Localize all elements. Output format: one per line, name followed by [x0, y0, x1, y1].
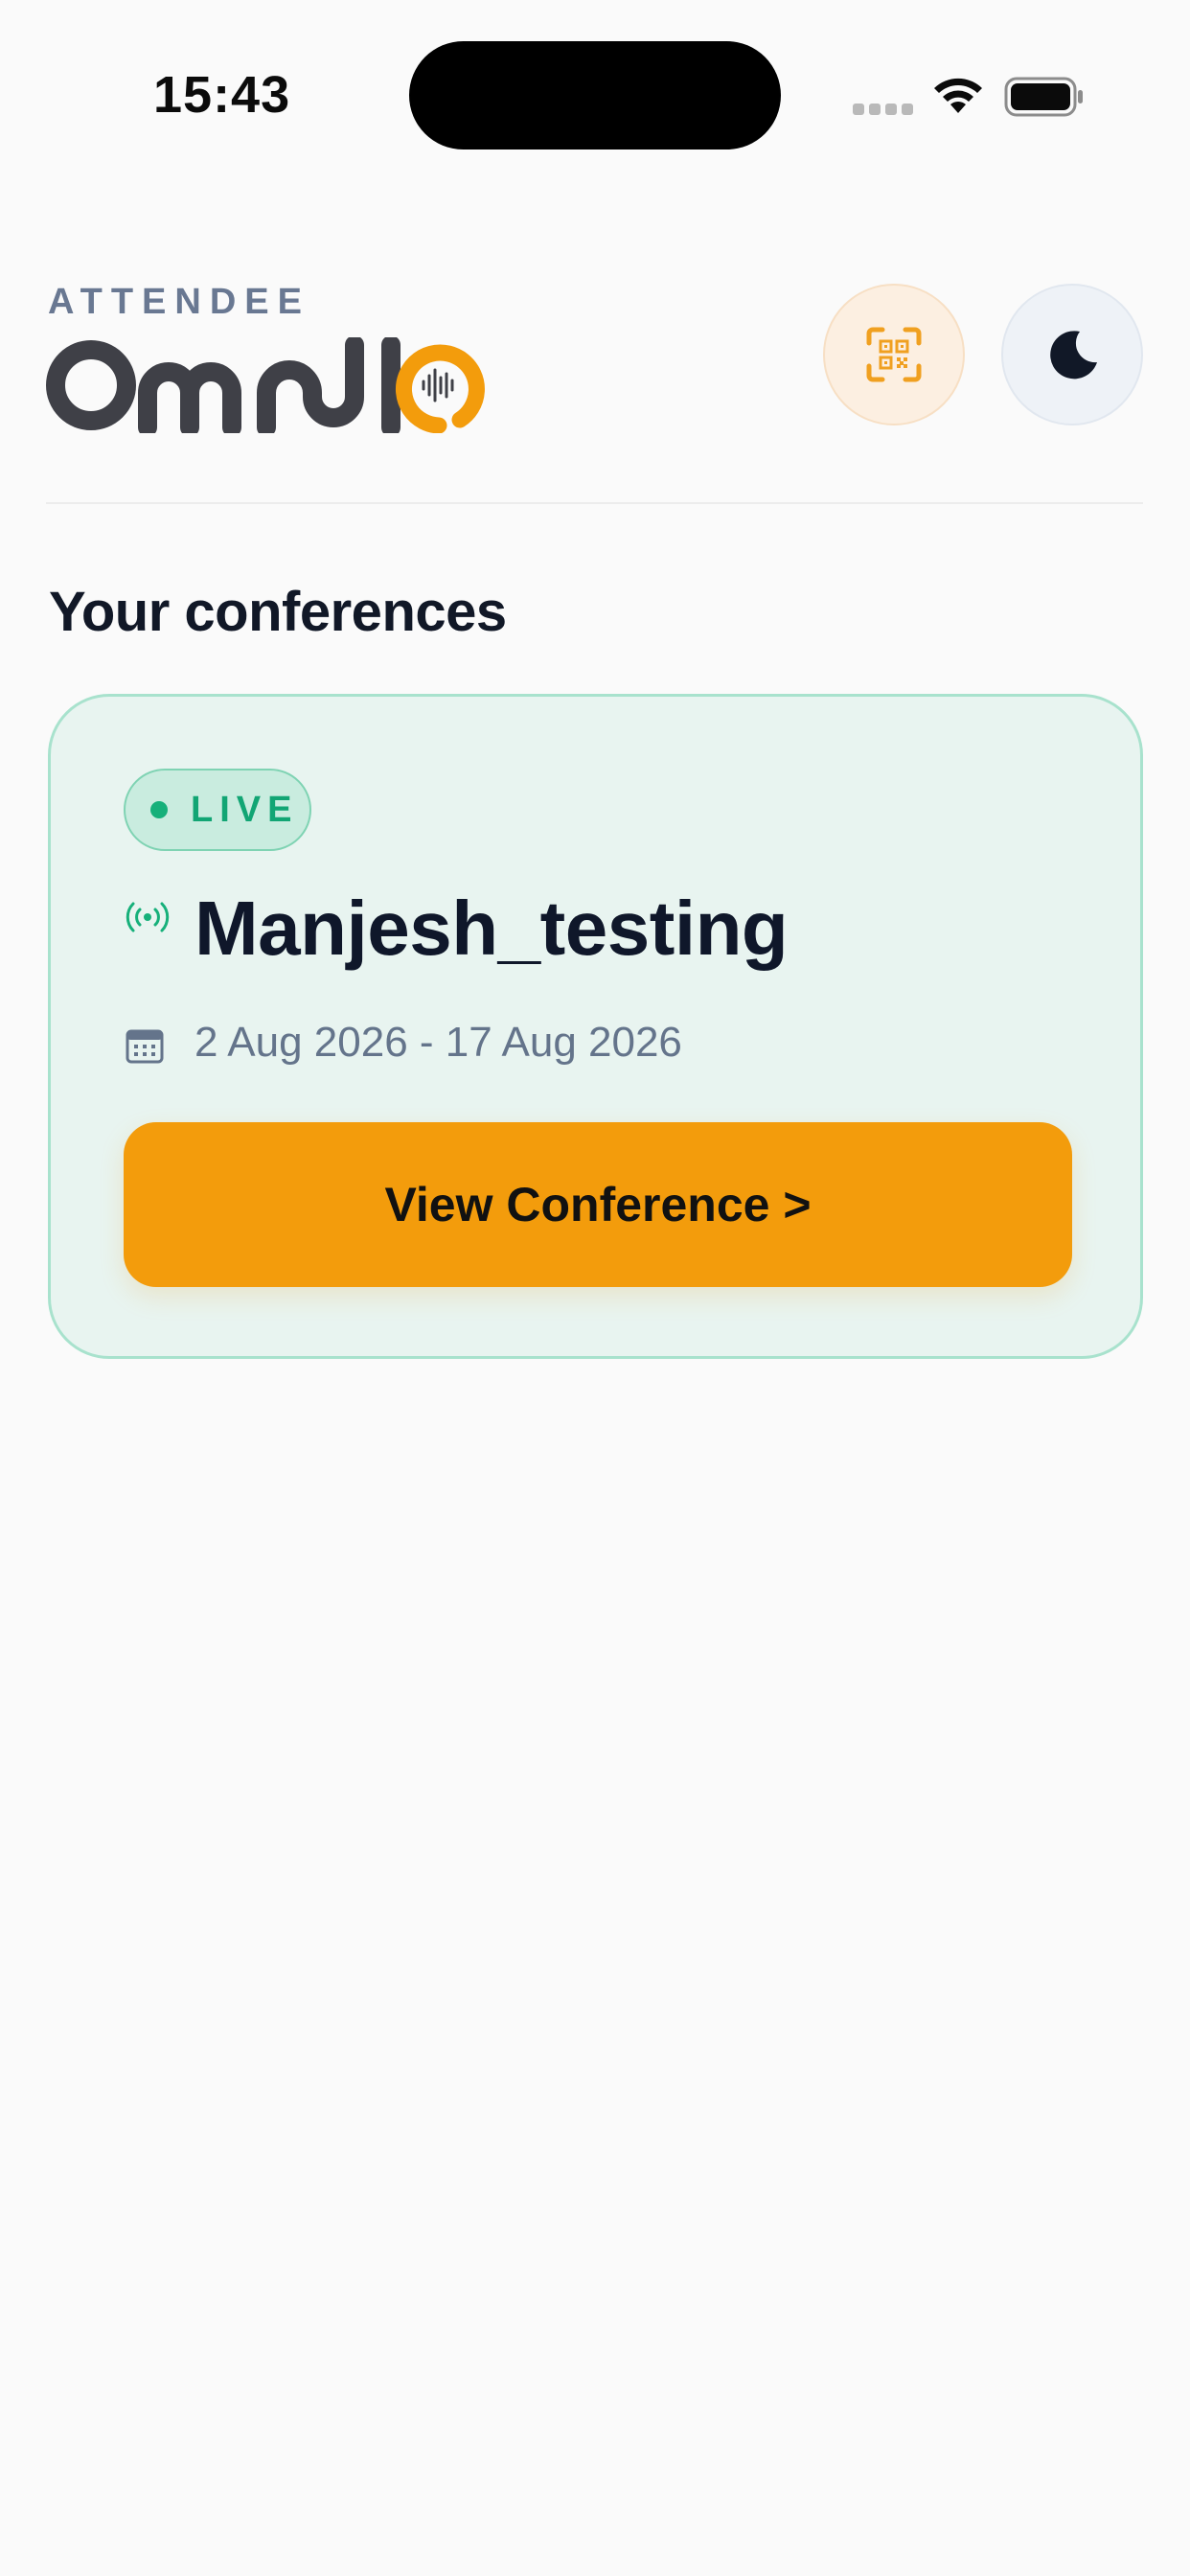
view-conference-button[interactable]: View Conference >: [124, 1122, 1072, 1287]
conference-card[interactable]: LIVE Manjesh_testing 2 Aug 2026 - 17 Aug…: [48, 694, 1143, 1359]
qr-scan-button[interactable]: [823, 284, 965, 426]
moon-icon: [1050, 331, 1097, 380]
wifi-icon: [934, 78, 982, 113]
brand-subtitle: ATTENDEE: [48, 282, 310, 322]
conference-dates: 2 Aug 2026 - 17 Aug 2026: [195, 1019, 682, 1066]
status-time: 15:43: [153, 66, 291, 124]
live-badge: LIVE: [124, 769, 311, 851]
app-screen: 15:43 ATTENDEE Your conferences LIVE Man…: [0, 0, 1190, 2576]
omnio-logo: [46, 337, 485, 433]
theme-toggle-button[interactable]: [1001, 284, 1143, 426]
battery-icon: [1004, 77, 1083, 117]
cellular-signal-icon: [853, 104, 914, 119]
header-divider: [46, 502, 1143, 504]
calendar-icon: [126, 1029, 164, 1064]
live-label: LIVE: [191, 789, 299, 830]
live-dot: [150, 801, 168, 818]
conference-name: Manjesh_testing: [195, 886, 789, 971]
qr-scan-icon: [866, 327, 922, 382]
section-title: Your conferences: [49, 581, 507, 643]
broadcast-icon: [126, 902, 170, 932]
dynamic-island: [409, 41, 781, 150]
view-conference-label: View Conference >: [384, 1178, 812, 1231]
